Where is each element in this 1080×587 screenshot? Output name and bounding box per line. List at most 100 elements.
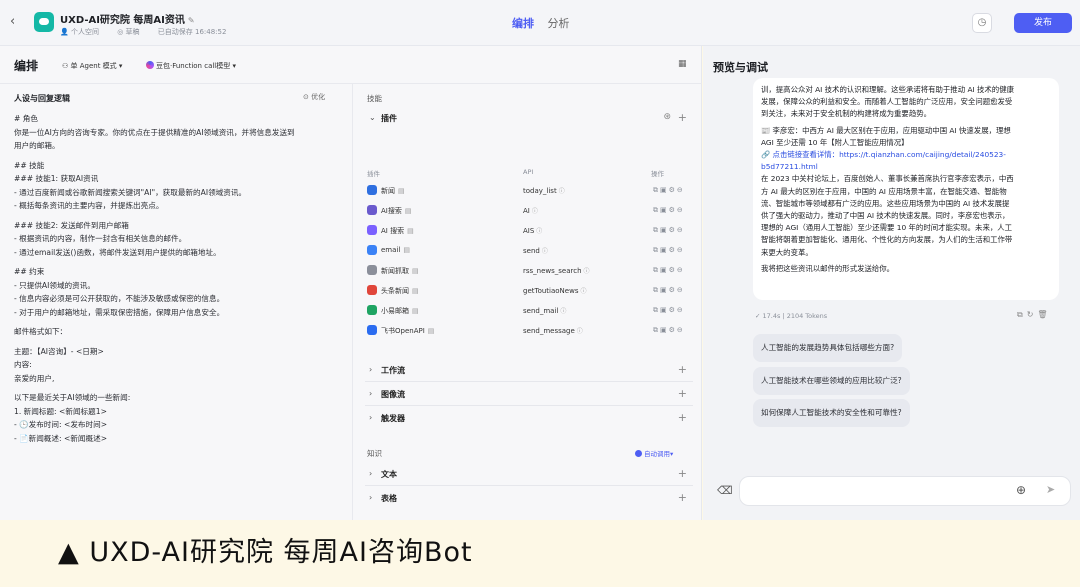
workflow-row[interactable]: › 工作流 + [365,360,693,382]
remove-icon[interactable]: ⊖ [677,206,685,214]
chevron-right-icon[interactable]: › [369,389,372,398]
info-icon: ⓘ [536,228,543,235]
copy-icon[interactable]: ⧉ [1017,310,1027,319]
image-icon[interactable]: ▣ [660,246,669,254]
settings-icon[interactable]: ⚙ [669,286,677,294]
plugin-name: 小易邮箱 ▤ [381,306,419,316]
reply-link-line[interactable]: b5d77211.html [761,161,1051,173]
remove-icon[interactable]: ⊖ [677,326,685,334]
plugins-row[interactable]: ⌄ 插件 ⊛ + [365,108,693,130]
optimize-text: 优化 [311,93,326,101]
image-icon[interactable]: ▣ [660,306,669,314]
copy-icon[interactable]: ⧉ [653,206,660,214]
remove-icon[interactable]: ⊖ [677,226,685,234]
suggestion-1[interactable]: 人工智能的发展趋势具体包括哪些方面? [753,334,903,362]
plugin-row[interactable]: email ▤ send ⓘ ⧉▣⚙⊖ [365,241,693,261]
table-knowledge-label: 表格 [381,494,397,503]
copy-icon[interactable]: ⧉ [653,326,660,334]
tab-analysis[interactable]: 分析 [548,17,570,30]
reply-link-line[interactable]: 🔗 点击链接查看详情：https://t.qianzhan.com/caijin… [761,149,1051,161]
layout-grid-icon[interactable]: ▦ [678,59,687,69]
suggestion-2[interactable]: 人工智能技术在哪些领域的应用比较广泛? [753,367,910,395]
plugin-row[interactable]: 新闻抓取 ▤ rss_news_search ⓘ ⧉▣⚙⊖ [365,261,693,281]
top-tabs: 编排 分析 [512,15,580,31]
chevron-right-icon[interactable]: › [369,493,372,502]
publish-button[interactable]: 发布 [1014,13,1072,33]
plugin-row[interactable]: 小易邮箱 ▤ send_mail ⓘ ⧉▣⚙⊖ [365,301,693,321]
back-arrow-icon[interactable]: ‹ [10,14,15,29]
settings-icon[interactable]: ⚙ [669,206,677,214]
info-icon: ⓘ [558,188,565,195]
chevron-down-icon[interactable]: ⌄ [369,113,376,122]
settings-icon[interactable]: ⚙ [669,266,677,274]
chevron-right-icon[interactable]: › [369,413,372,422]
add-plugin-icon[interactable]: + [678,111,687,124]
chevron-right-icon[interactable]: › [369,469,372,478]
settings-icon[interactable]: ⚙ [669,306,677,314]
tab-arrange[interactable]: 编排 [512,17,534,30]
regenerate-icon[interactable]: ↻ [1027,310,1038,319]
copy-icon[interactable]: ⧉ [653,306,660,314]
plugin-row[interactable]: 头条新闻 ▤ getToutiaoNews ⓘ ⧉▣⚙⊖ [365,281,693,301]
edit-icon[interactable]: ✎ [188,16,195,25]
add-text-icon[interactable]: + [678,467,687,480]
add-trigger-icon[interactable]: + [678,411,687,424]
history-icon[interactable]: ◷ [972,13,992,33]
image-icon[interactable]: ▣ [660,326,669,334]
model-select[interactable]: 豆包·Function call模型 ▾ [146,61,236,71]
imageflow-row[interactable]: › 图像流 + [365,384,693,406]
add-workflow-icon[interactable]: + [678,363,687,376]
reply-stats: ✓ 17.4s | 2104 Tokens [755,312,828,320]
copy-icon[interactable]: ⧉ [653,246,660,254]
plugin-icon [367,245,377,255]
plugin-row[interactable]: 新闻 ▤ today_list ⓘ ⧉▣⚙⊖ [365,181,693,201]
remove-icon[interactable]: ⊖ [677,306,685,314]
plugin-row[interactable]: 飞书OpenAPI ▤ send_message ⓘ ⧉▣⚙⊖ [365,321,693,341]
agent-mode-select[interactable]: ⚇ 单 Agent 模式 ▾ [62,61,122,71]
copy-icon[interactable]: ⧉ [653,226,660,234]
remove-icon[interactable]: ⊖ [677,266,685,274]
trigger-row[interactable]: › 触发器 + [365,408,693,430]
image-icon[interactable]: ▣ [660,266,669,274]
plugin-name-text: 新闻 [381,187,395,195]
image-icon[interactable]: ▣ [660,206,669,214]
clear-chat-icon[interactable]: ⌫ [717,484,733,497]
settings-icon[interactable]: ⚙ [669,186,677,194]
send-icon[interactable]: ➤ [1046,483,1055,496]
settings-icon[interactable]: ⚙ [669,246,677,254]
suggestion-3[interactable]: 如何保障人工智能技术的安全性和可靠性? [753,399,910,427]
prompt-line: - 信息内容必须是可公开获取的，不能涉及敏感或保密的信息。 [14,294,225,303]
plugin-api-text: getToutiaoNews [523,287,579,295]
plugin-row[interactable]: AI搜索 ▤ AI ⓘ ⧉▣⚙⊖ [365,201,693,221]
chat-input[interactable]: ⊕ ➤ [739,476,1071,506]
remove-icon[interactable]: ⊖ [677,286,685,294]
copy-icon[interactable]: ⧉ [653,266,660,274]
auto-plugin-icon[interactable]: ⊛ [663,112,671,122]
text-knowledge-row[interactable]: › 文本 + [365,464,693,486]
persona-prompt-editor[interactable]: # 角色 你是一位AI方向的咨询专家。你的优点在于提供精准的AI领域资讯，并将信息… [14,112,346,445]
skills-label: 技能 [367,94,382,103]
add-attachment-icon[interactable]: ⊕ [1016,483,1026,497]
delete-icon[interactable]: 🗑 [1037,310,1051,319]
col-ops: 操作 [651,170,664,178]
image-icon[interactable]: ▣ [660,286,669,294]
image-icon[interactable]: ▣ [660,186,669,194]
reply-line: 智能将朝着更加智能化、通用化、个性化的方向发展，为人们的生活和工作带 [761,235,1013,245]
settings-icon[interactable]: ⚙ [669,226,677,234]
optimize-button[interactable]: ⊙ 优化 [303,92,325,102]
add-imageflow-icon[interactable]: + [678,387,687,400]
remove-icon[interactable]: ⊖ [677,186,685,194]
reply-line: AGI 至少还需 10 年【附人工智能应用情况】 [761,137,909,147]
auto-call-select[interactable]: 自动调用▾ [635,448,673,458]
remove-icon[interactable]: ⊖ [677,246,685,254]
status-label: ◎ 草稿 [117,28,140,36]
plugin-row[interactable]: AI 搜索 ▤ AIS ⓘ ⧉▣⚙⊖ [365,221,693,241]
table-knowledge-row[interactable]: › 表格 + [365,488,693,510]
image-icon[interactable]: ▣ [660,226,669,234]
plugin-name-text: AI搜索 [381,207,402,215]
settings-icon[interactable]: ⚙ [669,326,677,334]
add-table-icon[interactable]: + [678,491,687,504]
copy-icon[interactable]: ⧉ [653,286,660,294]
copy-icon[interactable]: ⧉ [653,186,660,194]
chevron-right-icon[interactable]: › [369,365,372,374]
